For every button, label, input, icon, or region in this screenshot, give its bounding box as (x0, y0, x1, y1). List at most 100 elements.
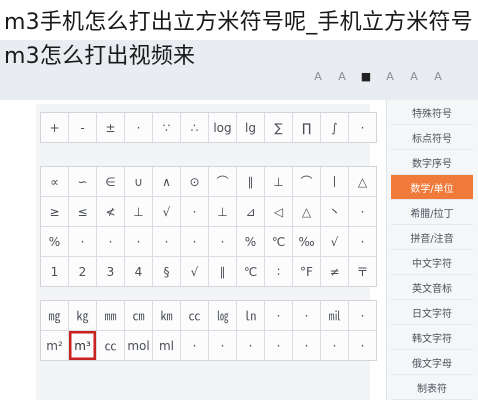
category-item[interactable]: 数学/单位 (391, 175, 473, 200)
symbol-cell[interactable]: ㏄ (97, 331, 124, 360)
symbol-cell[interactable]: 4 (125, 257, 152, 286)
page-title: m3手机怎么打出立方米符号呢_手机立方米符号m3怎么打出视频来 (4, 10, 473, 69)
symbol-cell[interactable]: ∥ (209, 257, 236, 286)
symbol-cell[interactable]: ∈ (97, 167, 124, 196)
symbol-cell[interactable]: 丶 (321, 197, 348, 226)
symbol-cell[interactable]: · (209, 331, 236, 360)
category-item[interactable]: 中文字符 (391, 250, 473, 275)
symbol-cell[interactable]: √ (153, 197, 180, 226)
category-list: 特殊符号 标点符号 数字序号 数学/单位 希腊/拉丁 拼音/注音 中文字符 英文音标 日文字符韩… (386, 100, 478, 400)
symbol-cell[interactable]: ∽ (69, 167, 96, 196)
symbol-cell[interactable]: ⊥ (125, 197, 152, 226)
symbol-cell[interactable]: ∏ (293, 113, 320, 142)
symbol-cell[interactable]: % (41, 227, 68, 256)
symbol-cell[interactable]: ⌒ (293, 167, 320, 196)
symbol-cell[interactable]: ∝ (41, 167, 68, 196)
symbol-cell[interactable]: ㎞ (153, 301, 180, 330)
symbol-cell[interactable]: m² (41, 331, 68, 360)
symbol-cell[interactable]: °F (293, 257, 320, 286)
symbol-cell[interactable]: log (209, 113, 236, 142)
symbol-cell[interactable]: ≤ (69, 197, 96, 226)
symbol-cell[interactable]: ≮ (97, 197, 124, 226)
symbol-cell[interactable]: ∵ (153, 113, 180, 142)
symbol-cell[interactable]: ⌒ (209, 167, 236, 196)
category-item[interactable]: 韩文字符 (391, 325, 473, 350)
symbol-cell[interactable]: · (237, 331, 264, 360)
symbol-cell[interactable]: ≠ (321, 257, 348, 286)
category-item[interactable]: 制表符 (391, 375, 473, 400)
symbol-cell[interactable]: · (349, 227, 376, 256)
symbol-cell[interactable]: √ (321, 227, 348, 256)
symbol-cell[interactable]: ∫ (321, 113, 348, 142)
symbol-cell[interactable]: ⊥ (265, 167, 292, 196)
symbol-cell[interactable]: ㏄ (181, 301, 208, 330)
symbol-cell[interactable]: ℃ (265, 227, 292, 256)
symbol-cell[interactable]: · (97, 227, 124, 256)
symbol-cell[interactable]: △ (293, 197, 320, 226)
category-item[interactable]: 数字序号 (391, 150, 473, 175)
symbol-cell-cubic-meter[interactable]: m³ (69, 331, 96, 360)
category-item[interactable]: 英文音标 (391, 275, 473, 300)
symbol-cell[interactable]: · (181, 227, 208, 256)
symbol-cell[interactable]: % (237, 227, 264, 256)
symbol-cell[interactable]: ≥ (41, 197, 68, 226)
symbol-cell[interactable]: ㏑ (237, 301, 264, 330)
symbol-cell[interactable]: ∥ (237, 167, 264, 196)
category-item[interactable]: 俄文字母 (391, 350, 473, 375)
symbol-cell[interactable]: ml (153, 331, 180, 360)
symbol-cell[interactable]: √ (181, 257, 208, 286)
symbol-cell[interactable]: · (265, 331, 292, 360)
symbol-cell[interactable]: ∶ (265, 257, 292, 286)
symbol-cell[interactable]: ⊙ (181, 167, 208, 196)
symbol-cell[interactable]: · (125, 113, 152, 142)
symbol-cell[interactable]: ㎝ (125, 301, 152, 330)
symbol-cell[interactable]: 〒 (349, 257, 376, 286)
category-item[interactable]: 拼音/注音 (391, 225, 473, 250)
symbol-cell[interactable]: mol (125, 331, 152, 360)
symbol-cell[interactable]: · (125, 227, 152, 256)
symbol-cell[interactable]: ‰ (293, 227, 320, 256)
symbol-grid-bottom: ㎎㎏㎜㎝㎞㏄㏒㏑ · · ㏕ · m² m³ ㏄ mol ml · · · · · · · (40, 300, 377, 361)
symbol-cell[interactable]: - (69, 113, 96, 142)
symbol-cell[interactable]: lg (237, 113, 264, 142)
category-item[interactable]: 标点符号 (391, 125, 473, 150)
symbol-cell[interactable]: ∧ (153, 167, 180, 196)
category-item[interactable]: 特殊符号 (391, 100, 473, 125)
symbol-cell[interactable]: · (181, 197, 208, 226)
symbol-cell[interactable]: 丨 (321, 167, 348, 196)
symbol-cell[interactable]: · (349, 113, 376, 142)
symbol-cell[interactable]: ㎜ (97, 301, 124, 330)
symbol-cell[interactable]: + (41, 113, 68, 142)
symbol-cell[interactable]: · (349, 197, 376, 226)
symbol-panel: + - ± · ∵ ∴ log lg ∑ ∏ ∫ · ∝ ∽ ∈ ∪ ∧ ⊙ ⌒ ∥ ⊥ ⌒ 丨 △ ≥ ≤ ≮ ⊥ √ · ⊥ ⊿ ◁ △ 丶 ·… (36, 104, 377, 400)
symbol-cell[interactable]: ℃ (237, 257, 264, 286)
symbol-cell[interactable]: · (349, 301, 376, 330)
symbol-cell[interactable]: ◁ (265, 197, 292, 226)
symbol-cell[interactable]: · (321, 331, 348, 360)
category-item[interactable]: 希腊/拉丁 (391, 200, 473, 225)
symbol-cell[interactable]: · (293, 331, 320, 360)
symbol-cell[interactable]: ∑ (265, 113, 292, 142)
symbol-cell[interactable]: 2 (69, 257, 96, 286)
symbol-cell[interactable]: 1 (41, 257, 68, 286)
symbol-cell[interactable]: · (293, 301, 320, 330)
symbol-cell[interactable]: ∴ (181, 113, 208, 142)
symbol-cell[interactable]: · (153, 227, 180, 256)
symbol-cell[interactable]: ∪ (125, 167, 152, 196)
category-item[interactable]: 日文字符 (391, 300, 473, 325)
symbol-cell[interactable]: · (69, 227, 96, 256)
symbol-cell[interactable]: ± (97, 113, 124, 142)
symbol-cell[interactable]: ⊿ (237, 197, 264, 226)
symbol-cell[interactable]: § (153, 257, 180, 286)
symbol-cell[interactable]: · (349, 331, 376, 360)
symbol-cell[interactable]: ㏒ (209, 301, 236, 330)
symbol-cell[interactable]: ㎎ (41, 301, 68, 330)
symbol-cell[interactable]: ⊥ (209, 197, 236, 226)
symbol-cell[interactable]: · (265, 301, 292, 330)
symbol-cell[interactable]: · (181, 331, 208, 360)
symbol-cell[interactable]: · (209, 227, 236, 256)
symbol-cell[interactable]: ㏕ (321, 301, 348, 330)
symbol-cell[interactable]: △ (349, 167, 376, 196)
symbol-cell[interactable]: ㎏ (69, 301, 96, 330)
symbol-cell[interactable]: 3 (97, 257, 124, 286)
